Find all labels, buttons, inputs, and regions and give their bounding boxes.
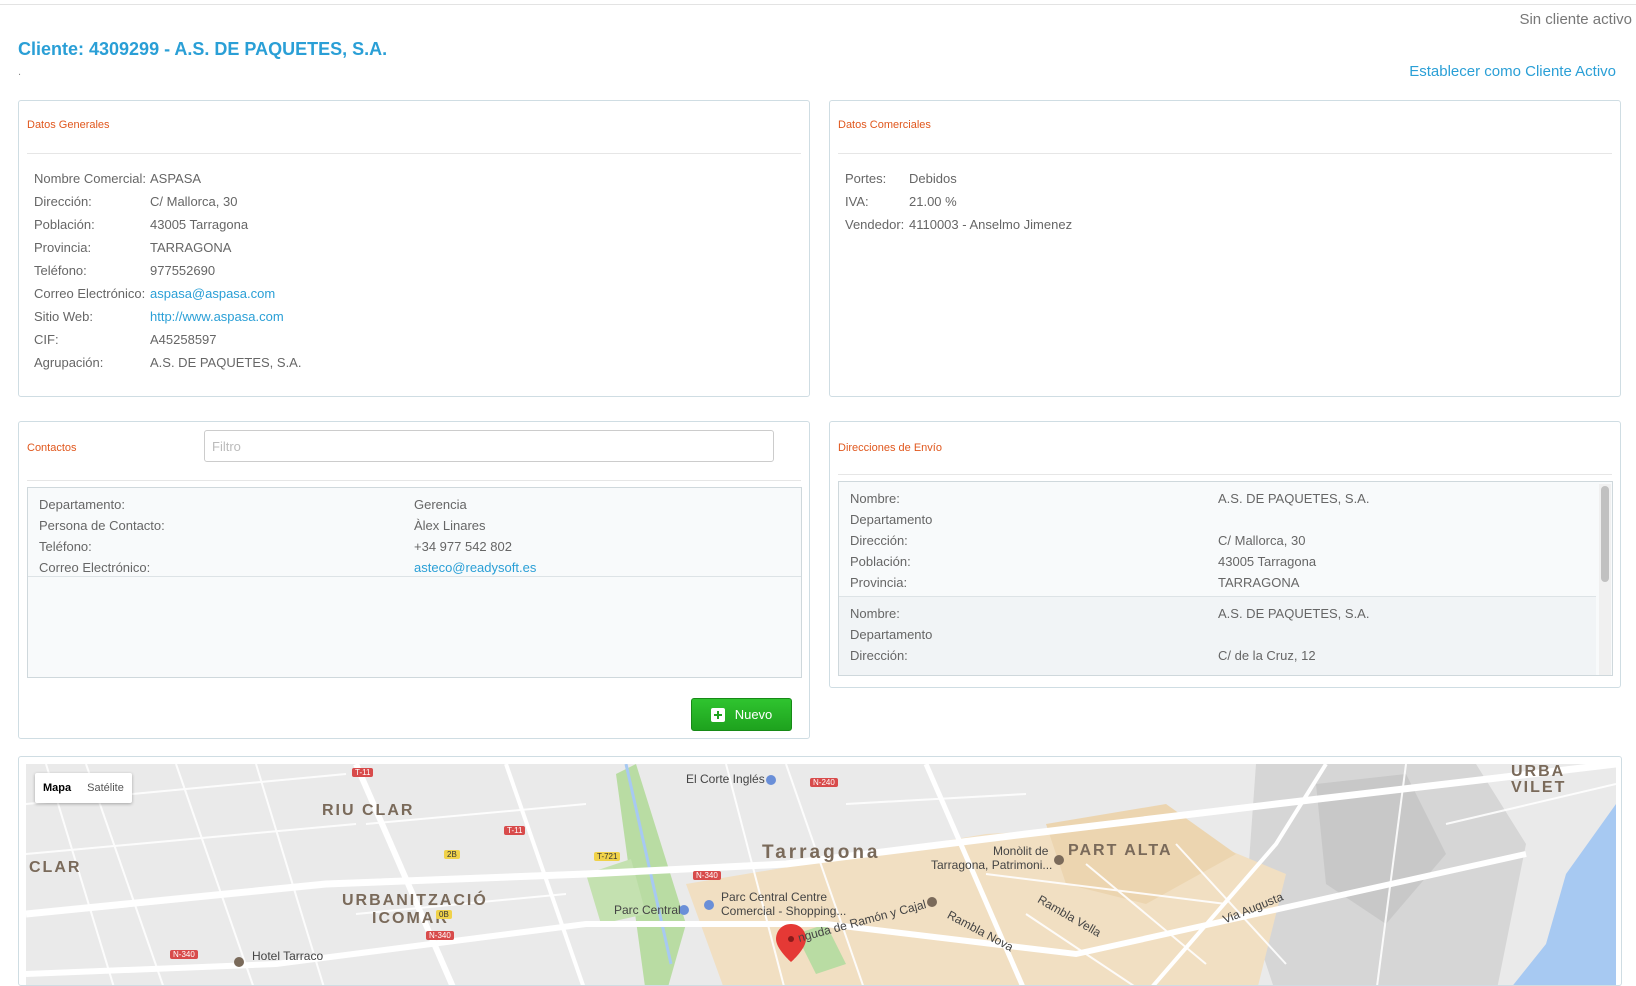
general-data-list: Nombre Comercial: ASPASA Dirección: C/ Mal… bbox=[34, 167, 301, 374]
contacts-panel: Contactos Departamento:Gerencia Persona … bbox=[18, 421, 810, 739]
map-label: Tarragona bbox=[762, 842, 881, 863]
panel-divider bbox=[27, 153, 801, 154]
panel-divider bbox=[838, 153, 1612, 154]
commercial-row-portes: Portes: Debidos bbox=[845, 171, 957, 186]
panel-divider bbox=[838, 474, 1612, 475]
contacts-title: Contactos bbox=[27, 442, 77, 454]
general-row-email: Correo Electrónico: aspasa@aspasa.com bbox=[34, 282, 301, 305]
general-row-poblacion: Población: 43005 Tarragona bbox=[34, 217, 249, 232]
general-row-provincia: Provincia: TARRAGONA bbox=[34, 240, 232, 255]
road-badge: T-11 bbox=[352, 768, 374, 777]
road-badge: N-340 bbox=[426, 931, 454, 940]
page-title: Cliente: 4309299 - A.S. DE PAQUETES, S.A… bbox=[18, 39, 388, 59]
road-badge: N-340 bbox=[170, 950, 198, 959]
website-link[interactable]: http://www.aspasa.com bbox=[150, 305, 284, 328]
panel-divider bbox=[27, 480, 801, 481]
email-link[interactable]: aspasa@aspasa.com bbox=[150, 282, 275, 305]
general-row-nombre: Nombre Comercial: ASPASA bbox=[34, 171, 202, 186]
list-item[interactable]: Nombre: A.S. DE PAQUETES, S.A. Departamen… bbox=[839, 482, 1596, 596]
map-label: El Corte Inglés bbox=[686, 772, 765, 786]
map-label: CLAR bbox=[29, 859, 82, 876]
contacts-filter-input[interactable] bbox=[204, 430, 774, 462]
general-row-web: Sitio Web: http://www.aspasa.com bbox=[34, 305, 301, 328]
shipping-list[interactable]: Nombre: A.S. DE PAQUETES, S.A. Departamen… bbox=[838, 481, 1613, 676]
map-label: Comercial - Shopping... bbox=[721, 904, 847, 918]
list-item[interactable]: Departamento: Gerencia Persona de Contact… bbox=[28, 488, 801, 577]
active-client-status: Sin cliente activo bbox=[1519, 11, 1632, 28]
road-badge: N-340 bbox=[693, 871, 721, 880]
shipping-scrollbar[interactable] bbox=[1599, 484, 1611, 675]
map-canvas[interactable]: Mapa Satélite RIU CLAR CLAR Tarragona PA… bbox=[25, 760, 1617, 985]
shipping-address-details: Nombre: A.S. DE PAQUETES, S.A. Departamen… bbox=[850, 606, 1370, 663]
map-label: PART ALTA bbox=[1068, 842, 1173, 859]
map-type-map-button[interactable]: Mapa bbox=[35, 773, 79, 803]
general-row-agrupacion: Agrupación: A.S. DE PAQUETES, S.A. bbox=[34, 355, 302, 370]
shipping-addresses-panel: Direcciones de Envío Nombre: A.S. DE PAQU… bbox=[829, 421, 1621, 688]
map-panel: Mapa Satélite RIU CLAR CLAR Tarragona PA… bbox=[18, 756, 1622, 986]
road-badge: N-240 bbox=[810, 778, 838, 787]
general-row-cif: CIF: A45258597 bbox=[34, 332, 217, 347]
map-label: Hotel Tarraco bbox=[252, 949, 324, 963]
set-active-client-link[interactable]: Establecer como Cliente Activo bbox=[1409, 63, 1616, 80]
map-type-control: Mapa Satélite bbox=[35, 773, 132, 803]
contact-email-link[interactable]: asteco@readysoft.es bbox=[414, 557, 536, 578]
map-type-satellite-button[interactable]: Satélite bbox=[79, 773, 132, 803]
contacts-list[interactable]: Departamento: Gerencia Persona de Contact… bbox=[27, 487, 802, 678]
road-badge: T-721 bbox=[594, 852, 621, 861]
general-row-telefono: Teléfono: 977552690 bbox=[34, 263, 216, 278]
road-badge: 2B bbox=[444, 850, 460, 859]
map-label: URBA VILET bbox=[1511, 763, 1567, 796]
commercial-data-panel: Datos Comerciales Portes: Debidos IVA: 21.… bbox=[829, 100, 1621, 397]
map-label: Parc Central Centre bbox=[721, 890, 828, 904]
map-label: Parc Central bbox=[614, 903, 681, 917]
map-label: Monòlit de bbox=[993, 844, 1049, 858]
map-label: RIU CLAR bbox=[322, 802, 415, 819]
plus-icon bbox=[710, 707, 725, 722]
list-item[interactable]: Nombre: A.S. DE PAQUETES, S.A. Departamen… bbox=[839, 596, 1596, 675]
general-data-panel: Datos Generales Nombre Comercial: ASPASA … bbox=[18, 100, 810, 397]
new-contact-button[interactable]: Nuevo bbox=[691, 698, 792, 731]
commercial-row-iva: IVA: 21.00 % bbox=[845, 194, 957, 209]
road-badge: T-11 bbox=[504, 826, 526, 835]
shipping-title: Direcciones de Envío bbox=[838, 442, 942, 454]
commercial-data-list: Portes: Debidos IVA: 21.00 % Vendedor: 4110… bbox=[845, 167, 1072, 236]
general-data-title: Datos Generales bbox=[27, 119, 110, 131]
contact-details: Departamento: Gerencia Persona de Contact… bbox=[39, 494, 536, 578]
top-divider bbox=[0, 4, 1636, 5]
map-label: Tarragona, Patrimoni... bbox=[931, 858, 1053, 872]
commercial-row-vendedor: Vendedor: 4110003 - Anselmo Jimenez bbox=[845, 217, 1073, 232]
general-row-direccion: Dirección: C/ Mallorca, 30 bbox=[34, 194, 238, 209]
road-badge: 0B bbox=[436, 910, 452, 919]
map-label: URBANITZACIÓ bbox=[342, 892, 488, 909]
subtitle-dot: . bbox=[18, 66, 22, 78]
commercial-data-title: Datos Comerciales bbox=[838, 119, 931, 131]
shipping-address-details: Nombre: A.S. DE PAQUETES, S.A. Departamen… bbox=[850, 491, 1370, 590]
scrollbar-thumb[interactable] bbox=[1601, 486, 1609, 582]
